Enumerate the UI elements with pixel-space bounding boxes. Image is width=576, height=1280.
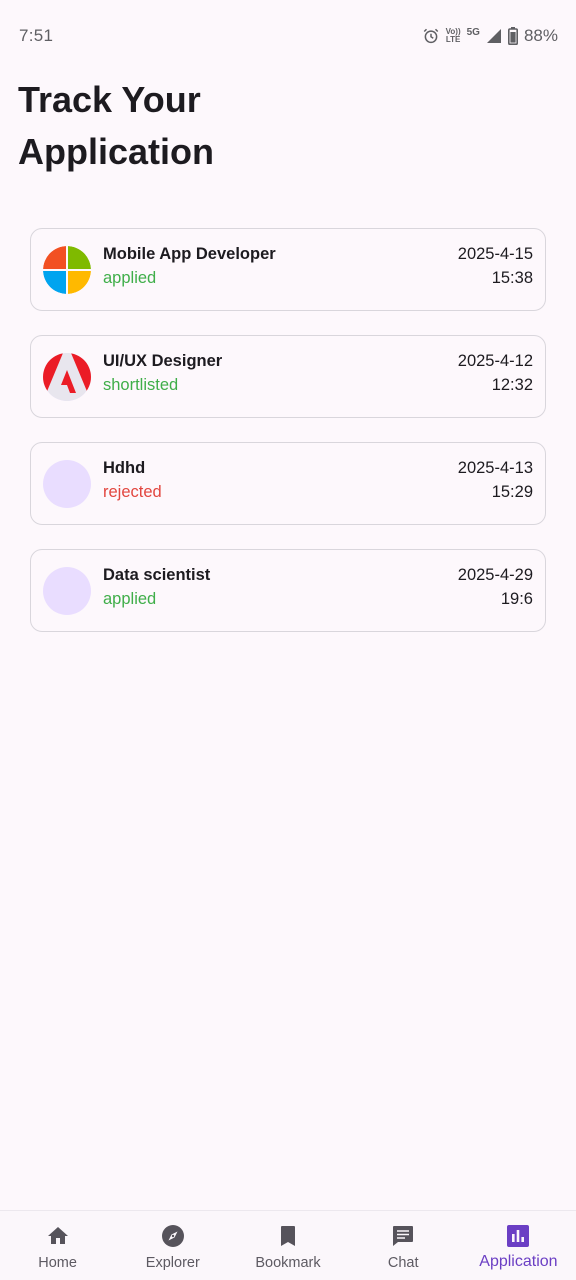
- chat-icon: [390, 1223, 416, 1249]
- job-title: Data scientist: [103, 566, 211, 584]
- application-time: 12:32: [491, 376, 533, 394]
- status-time: 7:51: [19, 26, 54, 45]
- battery-percent: 88%: [523, 26, 558, 45]
- nav-label-chat: Chat: [387, 1255, 419, 1271]
- application-status: applied: [103, 269, 157, 287]
- adobe-logo-icon: [43, 353, 91, 401]
- battery-icon: [507, 27, 518, 45]
- application-time: 15:29: [491, 483, 533, 501]
- signal-icon: [486, 28, 502, 44]
- page-title-line2: Application: [18, 131, 214, 172]
- job-title: UI/UX Designer: [103, 352, 223, 370]
- application-status: applied: [103, 590, 157, 608]
- status-bar: 7:51 Vo)) LTE 5G 88%: [0, 0, 576, 72]
- application-card[interactable]: UI/UX Designer shortlisted 2025-4-12 12:…: [30, 335, 546, 418]
- alarm-icon: [422, 27, 440, 45]
- bookmark-icon: [275, 1223, 301, 1249]
- nav-label-application: Application: [479, 1253, 558, 1270]
- bottom-navigation: Home Explorer Bookmark Chat Application: [0, 1210, 576, 1280]
- application-card[interactable]: Mobile App Developer applied 2025-4-15 1…: [30, 228, 546, 311]
- application-card[interactable]: Data scientist applied 2025-4-29 19:6: [30, 549, 546, 632]
- application-time: 15:38: [491, 269, 533, 287]
- page-title: Track Your Application: [18, 74, 318, 178]
- nav-item-bookmark[interactable]: Bookmark: [230, 1211, 345, 1280]
- application-date: 2025-4-13: [457, 459, 533, 477]
- nav-item-application[interactable]: Application: [461, 1211, 576, 1280]
- microsoft-logo-icon: [43, 246, 91, 294]
- nav-label-explorer: Explorer: [145, 1255, 200, 1271]
- application-time: 19:6: [500, 590, 533, 608]
- nav-label-bookmark: Bookmark: [255, 1255, 321, 1271]
- status-icons: Vo)) LTE 5G 88%: [422, 26, 558, 46]
- page-title-line1: Track Your: [18, 79, 201, 120]
- job-title: Hdhd: [103, 459, 146, 477]
- application-list: Mobile App Developer applied 2025-4-15 1…: [30, 228, 546, 656]
- placeholder-avatar-icon: [43, 460, 91, 508]
- bar-chart-icon: [505, 1223, 531, 1249]
- compass-icon: [160, 1223, 186, 1249]
- application-card[interactable]: Hdhd rejected 2025-4-13 15:29: [30, 442, 546, 525]
- volte-indicator: Vo)) LTE: [446, 28, 461, 44]
- application-date: 2025-4-15: [457, 245, 533, 263]
- job-title: Mobile App Developer: [103, 245, 276, 263]
- network-type: 5G: [466, 26, 480, 38]
- application-date: 2025-4-29: [457, 566, 533, 584]
- nav-item-chat[interactable]: Chat: [346, 1211, 461, 1280]
- application-status: rejected: [103, 483, 162, 501]
- nav-item-explorer[interactable]: Explorer: [115, 1211, 230, 1280]
- home-icon: [45, 1223, 71, 1249]
- nav-label-home: Home: [38, 1255, 77, 1271]
- volte-bottom-text: LTE: [445, 35, 461, 44]
- application-date: 2025-4-12: [457, 352, 533, 370]
- placeholder-avatar-icon: [43, 567, 91, 615]
- application-status: shortlisted: [103, 376, 179, 394]
- nav-item-home[interactable]: Home: [0, 1211, 115, 1280]
